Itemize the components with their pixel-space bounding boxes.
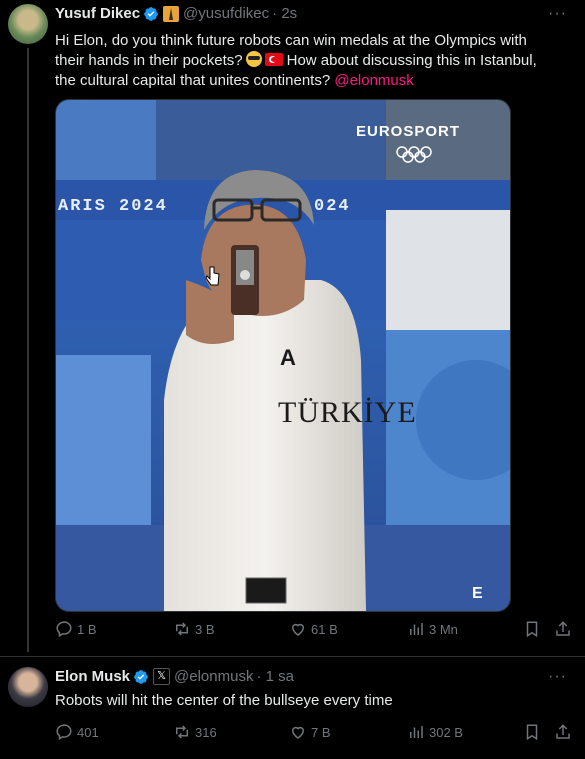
reply-button[interactable]: 401: [55, 723, 99, 741]
reply-icon: [56, 621, 72, 638]
reply-count: 401: [77, 724, 99, 740]
tweet2-header: Elon Musk 𝕏 @elonmusk · 1 sa: [55, 668, 294, 685]
thread-line: [27, 48, 29, 652]
eurosport-watermark: E: [472, 585, 483, 602]
bookmark-button[interactable]: [523, 723, 541, 741]
eurosport-logo: EUROSPORT: [356, 123, 460, 140]
repost-button[interactable]: 3 B: [173, 620, 215, 638]
sunglasses-emoji-icon: [245, 51, 262, 67]
views-count: 302 B: [429, 724, 463, 740]
like-count: 7 B: [311, 724, 331, 740]
repost-icon: [176, 622, 188, 636]
author-handle[interactable]: @yusufdikec: [183, 5, 269, 22]
tower-emoji-icon: [163, 5, 180, 22]
tweet-divider: [0, 656, 585, 657]
tweet1-line2-b: How about discussing this in Istanbul,: [286, 52, 537, 69]
tweet-time[interactable]: · 2s: [272, 5, 297, 22]
share-icon: [556, 621, 570, 636]
tweet1-line2: their hands in their pockets? How about d…: [55, 51, 537, 71]
reply-count: 1 B: [77, 621, 97, 637]
bookmark-icon: [526, 724, 538, 741]
tweet1-line1: Hi Elon, do you think future robots can …: [55, 32, 527, 49]
bookmark-icon: [526, 621, 538, 638]
verified-badge-icon: [134, 669, 148, 684]
author-name[interactable]: Elon Musk: [55, 668, 130, 685]
banner-left-text: ARIS 2024: [58, 197, 168, 216]
heart-icon: [291, 623, 305, 636]
like-count: 61 B: [311, 621, 338, 637]
tweet1-line3: the cultural capital that unites contine…: [55, 71, 537, 91]
repost-icon: [176, 725, 188, 739]
tweet-image[interactable]: ARIS 2024 024 TÜRKİYE A EUROSPORT E: [55, 99, 511, 612]
like-button[interactable]: 7 B: [289, 723, 331, 741]
turkey-flag-icon: [264, 53, 283, 66]
more-options-icon[interactable]: ···: [548, 5, 567, 23]
repost-button[interactable]: 316: [173, 723, 217, 741]
share-icon: [556, 724, 570, 739]
reply-icon: [56, 724, 72, 741]
like-button[interactable]: 61 B: [289, 620, 338, 638]
views-button[interactable]: 3 Mn: [407, 620, 458, 638]
mention-link[interactable]: @elonmusk: [334, 72, 413, 89]
tweet2-text: Robots will hit the center of the bullse…: [55, 692, 393, 709]
views-count: 3 Mn: [429, 621, 458, 637]
tweet-time[interactable]: · 1 sa: [256, 668, 294, 685]
tweet1-line3-text: the cultural capital that unites contine…: [55, 72, 331, 89]
svg-text:A: A: [280, 345, 296, 370]
bookmark-button[interactable]: [523, 620, 541, 638]
views-button[interactable]: 302 B: [407, 723, 463, 741]
author-handle[interactable]: @elonmusk: [174, 668, 253, 685]
more-options-icon[interactable]: ···: [548, 668, 567, 686]
share-button[interactable]: [554, 620, 572, 638]
repost-count: 3 B: [195, 621, 215, 637]
shirt-text: TÜRKİYE: [278, 396, 417, 429]
avatar-elon[interactable]: [8, 667, 48, 707]
avatar-yusuf[interactable]: [8, 4, 48, 44]
verified-badge-icon: [144, 6, 158, 21]
tweet1-header: Yusuf Dikec @yusufdikec · 2s: [55, 5, 297, 22]
tweet1-line2-a: their hands in their pockets?: [55, 52, 243, 69]
reply-button[interactable]: 1 B: [55, 620, 97, 638]
tweet1-text: Hi Elon, do you think future robots can …: [55, 31, 537, 91]
banner-right-text: 024: [314, 197, 351, 216]
repost-count: 316: [195, 724, 217, 740]
olympic-photo: ARIS 2024 024 TÜRKİYE A EUROSPORT E: [56, 100, 510, 611]
views-icon: [410, 623, 423, 635]
heart-icon: [291, 726, 305, 739]
author-name[interactable]: Yusuf Dikec: [55, 5, 140, 22]
x-affiliate-icon: 𝕏: [153, 668, 171, 685]
share-button[interactable]: [554, 723, 572, 741]
views-icon: [410, 726, 423, 738]
